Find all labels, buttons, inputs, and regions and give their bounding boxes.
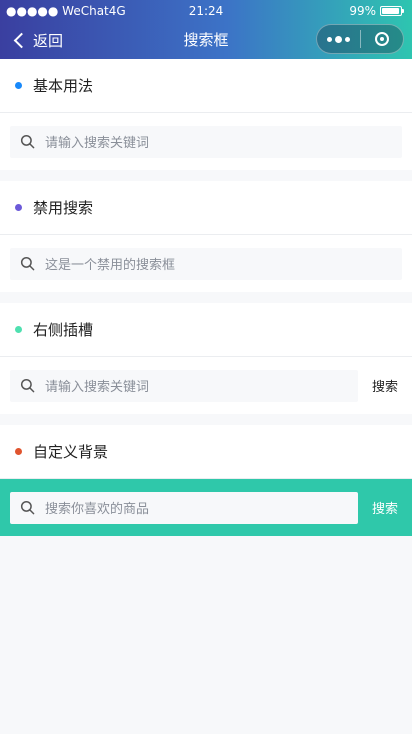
section-title-basic: 基本用法 — [0, 59, 412, 113]
search-placeholder: 请输入搜索关键词 — [45, 380, 150, 395]
section-title-label: 右侧插槽 — [33, 321, 94, 339]
more-dots-icon — [327, 36, 332, 42]
target-circle-icon — [374, 32, 389, 46]
search-input[interactable]: 搜索你喜欢的商品 — [10, 491, 358, 524]
more-dot-center — [335, 35, 342, 43]
search-button[interactable]: 搜索 — [358, 376, 412, 395]
more-dot-right — [345, 36, 350, 42]
app-header: ●●●●● WeChat4G 21:24 99% 返回 搜索框 — [0, 0, 412, 59]
battery-icon — [380, 6, 404, 16]
section-title-custom-bg: 自定义背景 — [0, 425, 412, 479]
section-title-label: 自定义背景 — [33, 443, 109, 461]
section-dot — [15, 448, 22, 455]
search-demo-disabled: 这是一个禁用的搜索框 — [0, 235, 412, 292]
search-icon — [20, 256, 35, 271]
section-dot — [15, 82, 22, 89]
section-dot — [15, 326, 22, 333]
search-icon — [20, 378, 35, 393]
section-title-disabled: 禁用搜索 — [0, 181, 412, 235]
search-demo-basic: 请输入搜索关键词 — [0, 113, 412, 170]
mini-program-capsule — [316, 24, 404, 54]
search-placeholder: 这是一个禁用的搜索框 — [45, 258, 176, 273]
battery-status: 99% — [349, 0, 404, 22]
section-title-label: 基本用法 — [33, 77, 94, 95]
search-button[interactable]: 搜索 — [358, 498, 412, 517]
search-icon — [20, 500, 35, 515]
close-button[interactable] — [361, 32, 403, 46]
search-demo-right-slot: 请输入搜索关键词 搜索 — [0, 357, 412, 414]
search-icon — [20, 134, 35, 149]
section-dot — [15, 204, 22, 211]
battery-label: 99% — [349, 4, 376, 18]
section-title-right-slot: 右侧插槽 — [0, 303, 412, 357]
search-placeholder: 请输入搜索关键词 — [45, 136, 150, 151]
disabled-search-input: 这是一个禁用的搜索框 — [10, 247, 402, 280]
status-bar: ●●●●● WeChat4G 21:24 99% — [0, 0, 412, 22]
search-input[interactable]: 请输入搜索关键词 — [10, 369, 358, 402]
search-input[interactable]: 请输入搜索关键词 — [10, 125, 402, 158]
search-demo-custom-bg: 搜索你喜欢的商品 搜索 — [0, 479, 412, 536]
section-title-label: 禁用搜索 — [33, 199, 94, 217]
navigation-bar: 返回 搜索框 — [0, 22, 412, 59]
more-button[interactable] — [317, 35, 360, 43]
search-placeholder: 搜索你喜欢的商品 — [45, 502, 150, 517]
